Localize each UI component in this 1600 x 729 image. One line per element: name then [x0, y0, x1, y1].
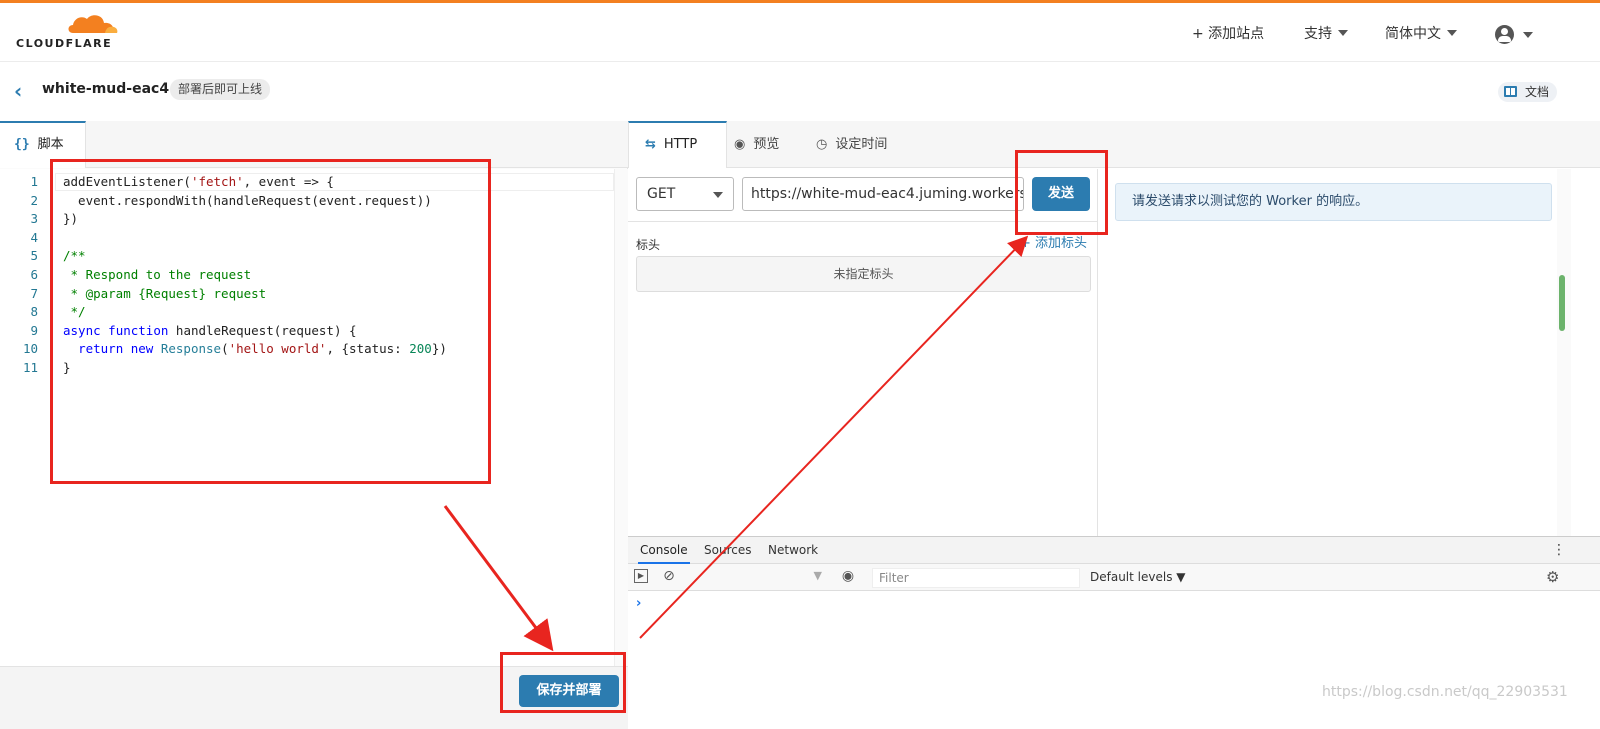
- watermark: https://blog.csdn.net/qq_22903531: [1322, 684, 1568, 700]
- app-window: CLOUDFLARE + 添加站点 支持 简体中文 ‹ white-mud-ea…: [0, 0, 1600, 729]
- arrow-to-deploy: [443, 505, 554, 652]
- annotation-arrows: [443, 235, 1029, 652]
- arrow-to-send: [639, 235, 1029, 639]
